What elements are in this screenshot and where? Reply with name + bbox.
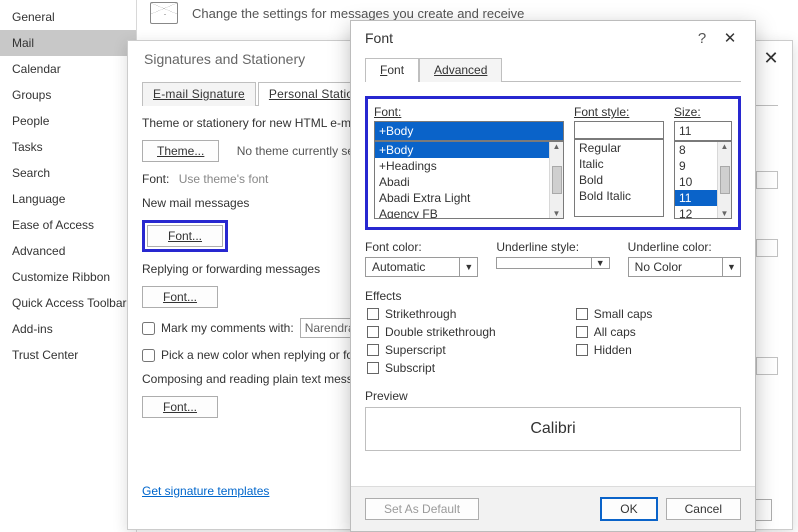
tab-font[interactable]: Font [365,58,419,82]
chevron-down-icon[interactable]: ▼ [591,258,609,268]
strikethrough-label: Strikethrough [385,307,456,321]
nav-search[interactable]: Search [0,160,136,186]
double-strikethrough-label: Double strikethrough [385,325,496,339]
nav-mail[interactable]: Mail [0,30,136,56]
all-caps-label: All caps [594,325,636,339]
options-nav: General Mail Calendar Groups People Task… [0,0,137,532]
subscript-checkbox[interactable] [367,362,379,374]
font-color-label: Font color: [365,240,478,254]
font-listbox[interactable]: +Body +Headings Abadi Abadi Extra Light … [374,141,564,219]
chevron-down-icon[interactable]: ▼ [722,258,740,276]
superscript-checkbox[interactable] [367,344,379,356]
tab-email-signature[interactable]: E-mail Signature [142,82,256,106]
signatures-dialog-title-text: Signatures and Stationery [144,51,305,67]
list-item[interactable]: Bold [575,172,663,188]
mark-comments-checkbox[interactable] [142,322,155,335]
scrollbar[interactable]: ▲▼ [549,142,563,218]
nav-quick-access-toolbar[interactable]: Quick Access Toolbar [0,290,136,316]
chevron-down-icon[interactable]: ▼ [459,258,477,276]
decorative-edge [756,171,778,189]
preview-box: Calibri [365,407,741,451]
list-item[interactable]: 8 [675,142,717,158]
list-item[interactable]: Bold Italic [575,188,663,204]
pick-color-checkbox[interactable] [142,349,155,362]
subscript-label: Subscript [385,361,435,375]
envelope-icon [150,2,178,24]
scrollbar[interactable]: ▲▼ [717,142,731,218]
list-item[interactable]: Agency FB [375,206,549,219]
font-name-input[interactable]: +Body [374,121,564,141]
nav-advanced[interactable]: Advanced [0,238,136,264]
all-caps-checkbox[interactable] [576,326,588,338]
hidden-checkbox[interactable] [576,344,588,356]
font-dialog-title: Font [365,30,393,46]
font-button-new-mail[interactable]: Font... [147,225,223,247]
decorative-edge [756,357,778,375]
set-as-default-button[interactable]: Set As Default [365,498,479,520]
nav-add-ins[interactable]: Add-ins [0,316,136,342]
preview-text: Calibri [530,420,575,438]
underline-style-label: Underline style: [496,240,609,254]
font-button-plain[interactable]: Font... [142,396,218,418]
cancel-button[interactable]: Cancel [666,498,741,520]
font-size-label: Size: [674,105,732,119]
underline-style-combo[interactable]: ▼ [496,257,609,269]
superscript-label: Superscript [385,343,446,357]
nav-tasks[interactable]: Tasks [0,134,136,160]
font-color-value: Automatic [366,258,459,276]
small-caps-label: Small caps [594,307,653,321]
list-item[interactable]: Italic [575,156,663,172]
get-signature-templates-link[interactable]: Get signature templates [142,484,269,498]
nav-customize-ribbon[interactable]: Customize Ribbon [0,264,136,290]
underline-color-combo[interactable]: No Color ▼ [628,257,741,277]
nav-people[interactable]: People [0,108,136,134]
list-item[interactable]: Regular [575,140,663,156]
nav-trust-center[interactable]: Trust Center [0,342,136,368]
list-item[interactable]: +Body [375,142,549,158]
font-row-label: Font: [142,172,169,186]
list-item[interactable]: +Headings [375,158,549,174]
font-size-listbox[interactable]: 8 9 10 11 12 ▲▼ [674,141,732,219]
close-icon[interactable]: ✕ [750,41,792,75]
list-item[interactable]: 10 [675,174,717,190]
font-style-input[interactable] [574,121,664,139]
hidden-label: Hidden [594,343,632,357]
nav-groups[interactable]: Groups [0,82,136,108]
effects-label: Effects [365,289,741,303]
font-label: Font: [374,105,564,119]
ok-button[interactable]: OK [600,497,657,521]
font-button-highlight: Font... [142,220,228,252]
list-item[interactable]: Abadi Extra Light [375,190,549,206]
tab-advanced[interactable]: Advanced [419,58,502,82]
font-row-value: Use theme's font [179,172,269,186]
list-item[interactable]: 11 [675,190,717,206]
list-item[interactable]: 12 [675,206,717,219]
list-item[interactable]: 9 [675,158,717,174]
mark-comments-label: Mark my comments with: [161,321,294,335]
help-icon[interactable]: ? [689,30,715,47]
font-color-combo[interactable]: Automatic ▼ [365,257,478,277]
font-selection-highlight: Font: +Body +Body +Headings Abadi Abadi … [365,96,741,230]
page-subtitle: Change the settings for messages you cre… [192,6,524,21]
nav-calendar[interactable]: Calendar [0,56,136,82]
font-dialog: Font ? ✕ Font Advanced Font: +Body +Body… [350,20,756,532]
nav-general[interactable]: General [0,4,136,30]
nav-ease-of-access[interactable]: Ease of Access [0,212,136,238]
font-size-input[interactable]: 11 [674,121,732,141]
underline-style-value [497,258,590,268]
list-item[interactable]: Abadi [375,174,549,190]
font-style-label: Font style: [574,105,664,119]
small-caps-checkbox[interactable] [576,308,588,320]
font-button-reply[interactable]: Font... [142,286,218,308]
double-strikethrough-checkbox[interactable] [367,326,379,338]
decorative-edge [756,239,778,257]
strikethrough-checkbox[interactable] [367,308,379,320]
close-icon[interactable]: ✕ [715,29,745,47]
preview-label: Preview [365,389,741,403]
theme-button[interactable]: Theme... [142,140,219,162]
font-style-listbox[interactable]: Regular Italic Bold Bold Italic [574,139,664,217]
underline-color-value: No Color [629,258,722,276]
nav-language[interactable]: Language [0,186,136,212]
underline-color-label: Underline color: [628,240,741,254]
